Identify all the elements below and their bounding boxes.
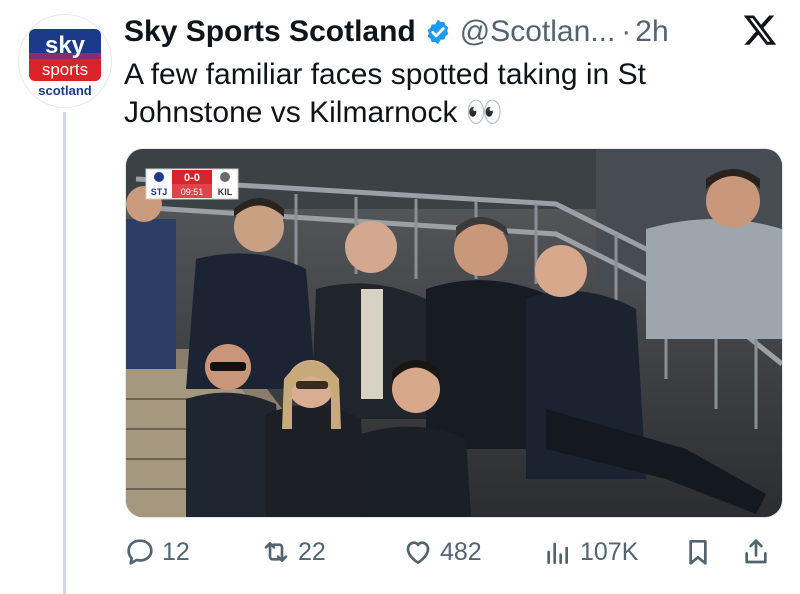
svg-text:sky: sky xyxy=(45,32,86,59)
views-chart-icon xyxy=(547,542,568,564)
view-count: 107K xyxy=(580,537,639,566)
repost-button[interactable]: 22 xyxy=(260,530,326,574)
tweet-actions: 12 22 482 107K xyxy=(124,530,784,574)
bookmark-button[interactable] xyxy=(682,530,714,574)
separator: · xyxy=(621,15,632,48)
avatar[interactable]: sky sports scotland xyxy=(18,14,112,108)
reply-count: 12 xyxy=(162,537,190,566)
svg-text:scotland: scotland xyxy=(38,83,92,98)
repost-icon xyxy=(264,542,288,562)
heart-icon xyxy=(406,541,430,564)
reply-button[interactable]: 12 xyxy=(124,530,190,574)
svg-text:sports: sports xyxy=(42,60,88,79)
handle[interactable]: @Scotlan... xyxy=(460,15,616,49)
reply-icon xyxy=(127,539,153,565)
views-button[interactable]: 107K xyxy=(542,530,638,574)
sky-sports-scotland-logo: sky sports scotland xyxy=(19,15,111,107)
share-icon xyxy=(745,539,767,564)
bookmark-icon xyxy=(689,540,707,565)
share-button[interactable] xyxy=(740,530,772,574)
scorebug: 0-0 09:51 STJ KIL xyxy=(145,168,239,200)
tweet-header: Sky Sports Scotland @Scotlan... · 2h xyxy=(124,12,730,52)
scorebug-home: STJ xyxy=(151,187,168,197)
tweet-photo[interactable]: 0-0 09:51 STJ KIL xyxy=(125,148,783,518)
display-name[interactable]: Sky Sports Scotland xyxy=(124,15,416,49)
x-logo-icon[interactable] xyxy=(742,12,778,48)
stadium-crowd-image: 0-0 09:51 STJ KIL xyxy=(126,149,782,517)
like-count: 482 xyxy=(440,537,482,566)
repost-count: 22 xyxy=(298,537,326,566)
scorebug-clock: 09:51 xyxy=(181,187,204,197)
scorebug-score: 0-0 xyxy=(184,172,200,184)
tweet-text: A few familiar faces spotted taking in S… xyxy=(124,58,646,129)
timestamp[interactable]: 2h xyxy=(635,15,668,49)
verified-badge-icon xyxy=(427,19,449,45)
scorebug-away: KIL xyxy=(218,187,233,197)
like-button[interactable]: 482 xyxy=(402,530,482,574)
thread-line xyxy=(63,112,66,594)
